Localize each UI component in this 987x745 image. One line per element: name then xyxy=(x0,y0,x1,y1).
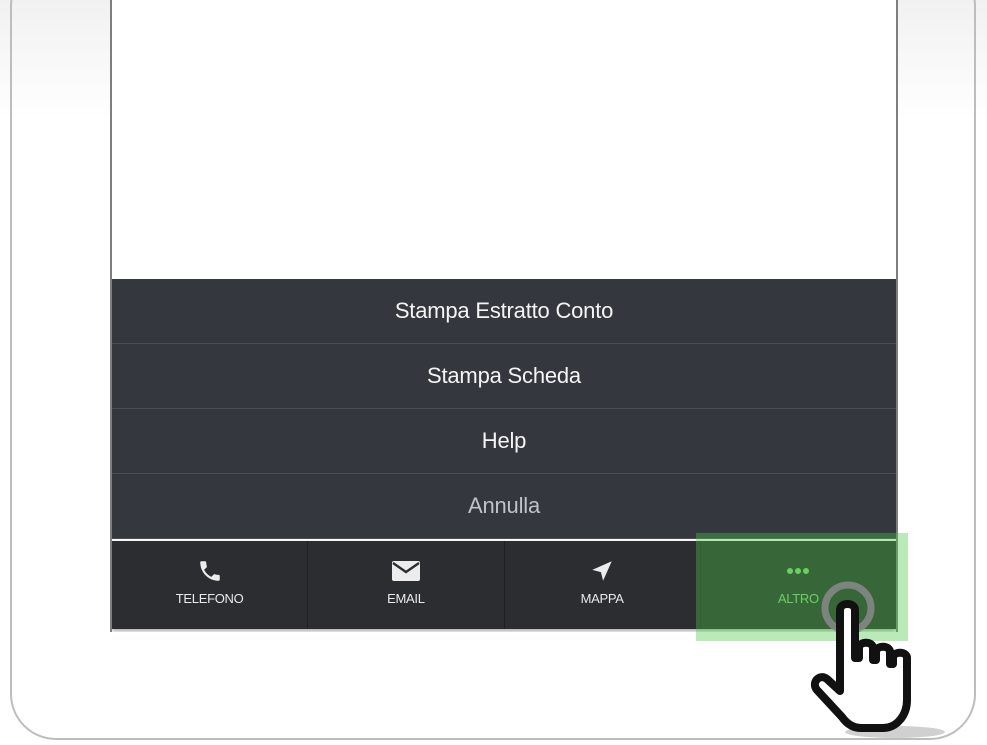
tab-label: TELEFONO xyxy=(175,591,244,606)
location-arrow-icon xyxy=(586,557,618,585)
content-area xyxy=(112,0,896,279)
pointer-hand-icon xyxy=(795,580,955,740)
action-help[interactable]: Help xyxy=(112,409,896,474)
tab-mappa[interactable]: MAPPA xyxy=(505,541,701,629)
action-print-statement[interactable]: Stampa Estratto Conto xyxy=(112,279,896,344)
phone-icon xyxy=(194,557,226,585)
bottom-tab-bar: TELEFONO EMAIL MAPPA ALTRO xyxy=(112,541,896,629)
tab-label: MAPPA xyxy=(580,591,624,606)
tab-telefono[interactable]: TELEFONO xyxy=(112,541,309,629)
action-cancel[interactable]: Annulla xyxy=(112,474,896,539)
tab-label: EMAIL xyxy=(387,591,425,606)
app-screen: Stampa Estratto Conto Stampa Scheda Help… xyxy=(110,0,898,632)
action-print-sheet[interactable]: Stampa Scheda xyxy=(112,344,896,409)
envelope-icon xyxy=(390,557,422,585)
action-sheet: Stampa Estratto Conto Stampa Scheda Help… xyxy=(112,279,896,539)
tab-email[interactable]: EMAIL xyxy=(308,541,505,629)
